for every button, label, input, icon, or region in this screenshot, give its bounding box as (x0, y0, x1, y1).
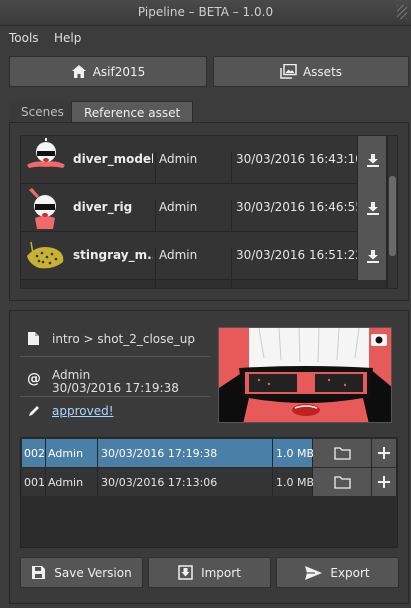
download-icon (367, 202, 379, 215)
versions-table: 002 Admin 30/03/2016 17:19:38 1.0 MB 001… (20, 437, 398, 548)
menu-help[interactable]: Help (54, 31, 81, 45)
download-icon (367, 250, 379, 263)
file-icon (28, 332, 39, 345)
asset-row[interactable]: stingray_m... Admin 30/03/2016 16:51:22 (21, 232, 386, 288)
project-button[interactable]: Asif2015 (9, 56, 207, 87)
asset-name: stingray_m... (73, 248, 153, 262)
version-date: 30/03/2016 17:13:06 (98, 468, 273, 496)
stingray-thumbnail (23, 234, 69, 278)
assets-button[interactable]: Assets (213, 56, 409, 87)
menu-tools[interactable]: Tools (9, 31, 39, 45)
export-button[interactable]: Export (276, 557, 399, 588)
download-button[interactable] (357, 232, 386, 280)
version-author: Admin (52, 368, 91, 382)
version-row[interactable]: 001 Admin 30/03/2016 17:13:06 1.0 MB (21, 468, 397, 496)
project-button-label: Asif2015 (92, 64, 146, 79)
export-label: Export (330, 565, 370, 580)
asset-list: diver_model Admin 30/03/2016 16:43:10 di… (20, 135, 387, 289)
version-preview-image[interactable] (218, 327, 392, 423)
import-icon (178, 565, 193, 580)
pencil-icon (29, 406, 39, 416)
download-icon (367, 154, 379, 167)
home-icon (71, 65, 86, 78)
title-bar: Pipeline – BETA – 1.0.0 (0, 0, 411, 26)
version-size: 1.0 MB (273, 468, 314, 496)
asset-row[interactable]: diver_model Admin 30/03/2016 16:43:10 (21, 136, 386, 200)
download-button[interactable] (357, 136, 386, 184)
add-button[interactable] (372, 439, 397, 467)
menu-bar: Tools Help (0, 26, 411, 50)
asset-user: Admin (155, 248, 197, 288)
scene-path: intro > shot_2_close_up (52, 332, 196, 346)
asset-name: diver_model (73, 152, 153, 166)
window-title: Pipeline – BETA – 1.0.0 (137, 5, 274, 19)
open-folder-button[interactable] (313, 439, 372, 467)
version-row[interactable]: 002 Admin 30/03/2016 17:19:38 1.0 MB (21, 439, 397, 467)
scrollbar-thumb[interactable] (389, 176, 396, 256)
version-number: 001 (22, 468, 46, 496)
plus-icon (378, 476, 390, 488)
status-link[interactable]: approved! (52, 404, 114, 418)
import-label: Import (201, 565, 241, 580)
version-number: 002 (22, 439, 46, 467)
diver-rig-thumbnail (23, 186, 69, 230)
send-icon (305, 565, 323, 580)
tab-scenes-label: Scenes (21, 105, 64, 119)
asset-date: 30/03/2016 16:51:22 (231, 248, 363, 288)
tab-reference-asset[interactable]: Reference asset (71, 101, 194, 123)
save-version-label: Save Version (54, 565, 132, 580)
version-user: Admin (46, 439, 98, 467)
resize-grip-icon[interactable] (397, 5, 407, 19)
asset-list-scrollbar[interactable] (387, 135, 398, 289)
diver-model-thumbnail (23, 138, 69, 182)
version-size: 1.0 MB (273, 439, 314, 467)
asset-name: diver_rig (73, 200, 133, 214)
tab-reference-asset-label: Reference asset (84, 105, 181, 120)
images-icon (280, 64, 297, 79)
preview-illustration (219, 328, 391, 422)
save-version-button[interactable]: Save Version (20, 557, 143, 588)
import-button[interactable]: Import (148, 557, 271, 588)
asset-row[interactable]: diver_rig Admin 30/03/2016 16:46:55 (21, 184, 386, 248)
tab-scenes[interactable]: Scenes (9, 101, 76, 123)
plus-icon (378, 447, 390, 459)
download-button[interactable] (357, 184, 386, 232)
assets-button-label: Assets (302, 64, 343, 79)
save-icon (32, 566, 46, 579)
folder-icon (333, 446, 351, 460)
version-timestamp: 30/03/2016 17:19:38 (52, 381, 179, 395)
divider (20, 356, 211, 357)
at-icon: @ (27, 371, 41, 387)
version-user: Admin (46, 468, 98, 496)
folder-icon (333, 475, 351, 489)
version-date: 30/03/2016 17:19:38 (98, 439, 273, 467)
divider (20, 396, 211, 397)
open-folder-button[interactable] (313, 468, 372, 496)
add-button[interactable] (372, 468, 397, 496)
